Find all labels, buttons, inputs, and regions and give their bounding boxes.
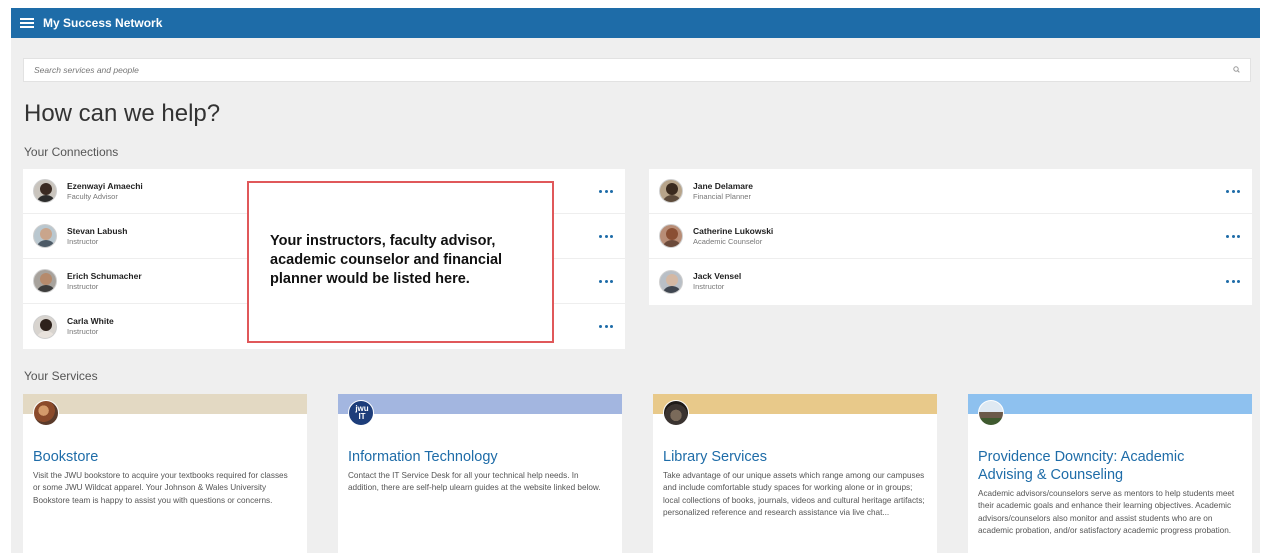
- search-bar[interactable]: Search services and people: [23, 58, 1251, 82]
- service-description: Take advantage of our unique assets whic…: [663, 471, 925, 518]
- more-icon[interactable]: [1226, 279, 1240, 285]
- connection-row[interactable]: Catherine Lukowski Academic Counselor: [649, 214, 1252, 259]
- services-heading: Your Services: [24, 369, 98, 383]
- service-title[interactable]: Library Services: [663, 448, 927, 466]
- connection-role: Financial Planner: [693, 191, 751, 201]
- connection-row[interactable]: Jack Vensel Instructor: [649, 259, 1252, 304]
- card-band: [653, 394, 937, 414]
- card-band: [338, 394, 622, 414]
- more-icon[interactable]: [599, 188, 613, 194]
- search-input[interactable]: Search services and people: [24, 65, 1230, 75]
- avatar: [33, 224, 57, 248]
- connection-role: Academic Counselor: [693, 236, 763, 246]
- callout-text: Your instructors, faculty advisor, acade…: [270, 233, 503, 287]
- connection-name: Catherine Lukowski: [693, 225, 774, 236]
- avatar: [659, 269, 683, 294]
- card-band: [968, 394, 1252, 414]
- service-description: Contact the IT Service Desk for all your…: [348, 471, 601, 493]
- more-icon[interactable]: [599, 278, 613, 284]
- app-title: My Success Network: [43, 16, 163, 30]
- service-card-bookstore[interactable]: Bookstore Visit the JWU bookstore to acq…: [23, 394, 307, 553]
- avatar: [33, 314, 57, 339]
- more-icon[interactable]: [599, 233, 613, 239]
- service-title[interactable]: Providence Downcity: Academic Advising &…: [978, 448, 1242, 484]
- app-frame: My Success Network Search services and p…: [11, 8, 1260, 553]
- annotation-callout: Your instructors, faculty advisor, acade…: [247, 181, 554, 343]
- service-description: Academic advisors/counselors serve as me…: [978, 489, 1235, 536]
- more-icon[interactable]: [599, 324, 613, 330]
- connections-card-right: Jane Delamare Financial Planner Catherine…: [649, 169, 1252, 305]
- avatar: [659, 179, 683, 203]
- bookstore-logo-icon: [33, 400, 59, 426]
- avatar: [33, 179, 57, 203]
- connection-name: Jane Delamare: [693, 180, 754, 191]
- service-title[interactable]: Bookstore: [33, 448, 297, 466]
- page-title: How can we help?: [24, 100, 221, 127]
- connection-role: Instructor: [693, 282, 725, 291]
- more-icon[interactable]: [1226, 188, 1240, 194]
- search-icon[interactable]: [1230, 63, 1244, 77]
- connection-row[interactable]: Jane Delamare Financial Planner: [649, 169, 1252, 214]
- connection-name: Jack Vensel: [693, 271, 742, 281]
- logo-text: jwu IT: [355, 404, 369, 421]
- jwu-it-logo-icon: jwu IT: [348, 400, 374, 426]
- library-logo-icon: [663, 400, 689, 426]
- more-icon[interactable]: [1226, 233, 1240, 239]
- menu-icon[interactable]: [20, 18, 34, 28]
- top-bar: My Success Network: [11, 8, 1260, 38]
- advising-logo-icon: [978, 400, 1004, 426]
- service-title[interactable]: Information Technology: [348, 448, 612, 466]
- service-card-it[interactable]: jwu IT Information Technology Contact th…: [338, 394, 622, 553]
- connections-heading: Your Connections: [24, 145, 119, 159]
- avatar: [33, 269, 57, 293]
- service-description: Visit the JWU bookstore to acquire your …: [33, 471, 288, 505]
- avatar: [659, 224, 683, 248]
- service-card-library[interactable]: Library Services Take advantage of our u…: [653, 394, 937, 553]
- card-band: [23, 394, 307, 414]
- service-card-advising[interactable]: Providence Downcity: Academic Advising &…: [968, 394, 1252, 553]
